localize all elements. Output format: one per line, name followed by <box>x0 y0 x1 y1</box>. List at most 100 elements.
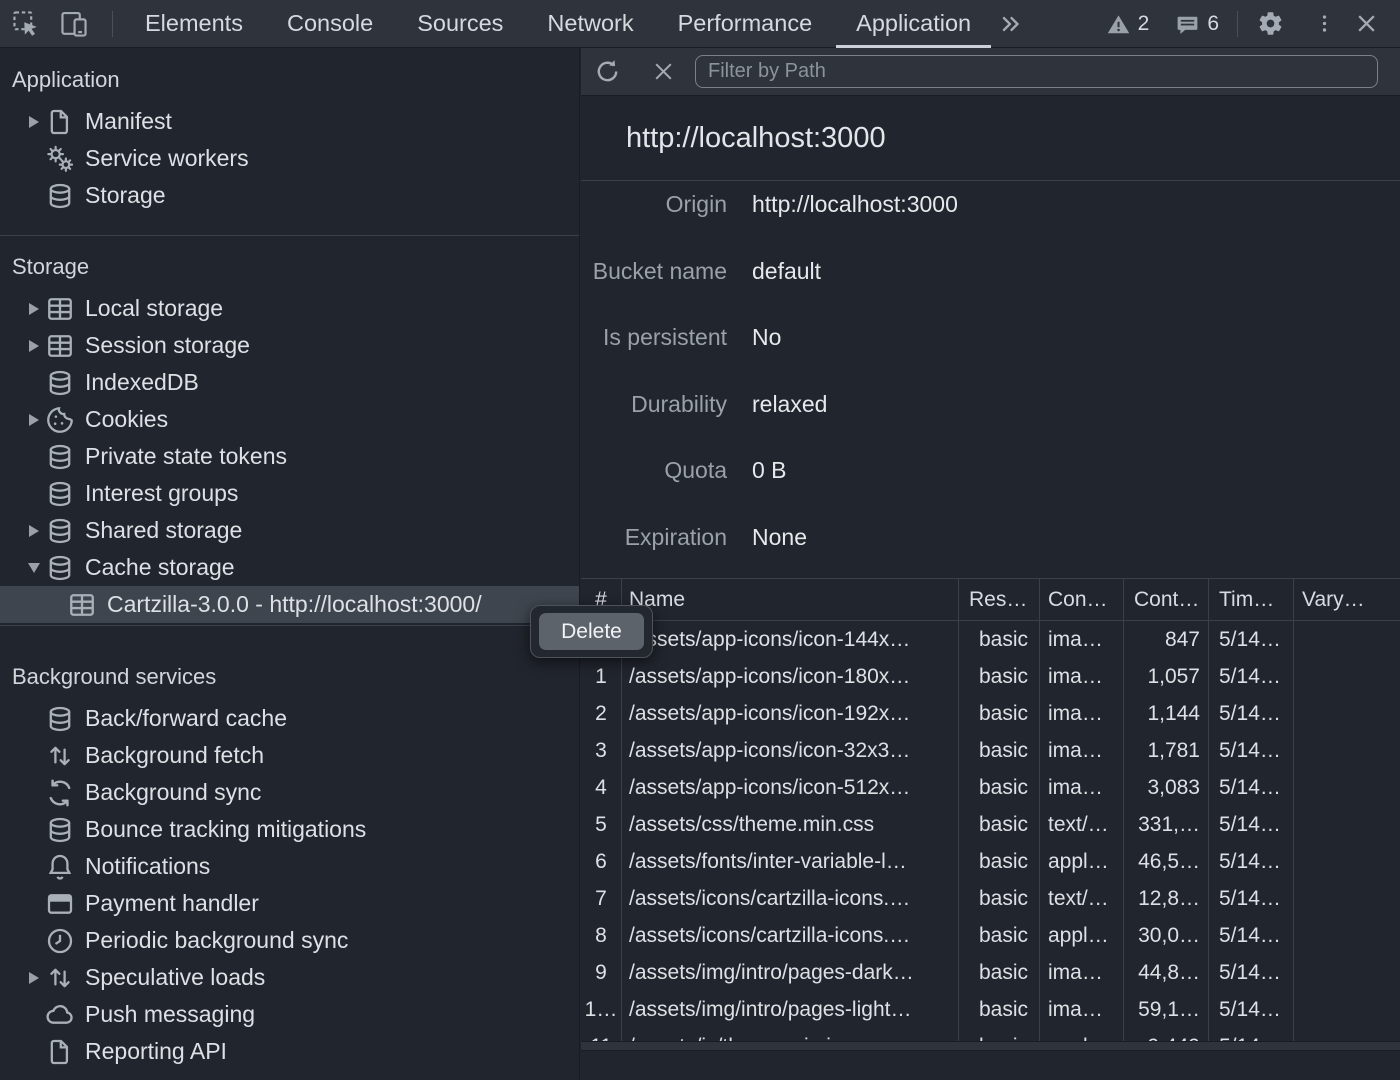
sidebar-item-label: IndexedDB <box>85 369 199 396</box>
toolbar-separator <box>112 11 113 37</box>
sidebar-item-background-sync[interactable]: Background sync <box>0 774 579 811</box>
sidebar-item-background-fetch[interactable]: Background fetch <box>0 737 579 774</box>
table-row[interactable]: 4/assets/app-icons/icon-512x…basicima…3,… <box>581 769 1400 806</box>
bottom-resizer[interactable] <box>581 1041 1400 1051</box>
expander-collapsed-icon[interactable] <box>24 414 44 426</box>
section-title: Storage <box>0 248 579 285</box>
sidebar-item-interest-groups[interactable]: Interest groups <box>0 475 579 512</box>
clock-icon <box>47 928 73 954</box>
table-row[interactable]: 6/assets/fonts/inter-variable-l…basicapp… <box>581 843 1400 880</box>
settings-gear-icon[interactable] <box>1252 6 1288 42</box>
expander-collapsed-icon[interactable] <box>24 116 44 128</box>
sidebar-item-shared-storage[interactable]: Shared storage <box>0 512 579 549</box>
sidebar-item-reporting-api[interactable]: Reporting API <box>0 1033 579 1070</box>
table-row[interactable]: 9/assets/img/intro/pages-dark…basicima…4… <box>581 954 1400 991</box>
clear-icon[interactable] <box>645 54 681 90</box>
table-row[interactable]: 3/assets/app-icons/icon-32x3…basicima…1,… <box>581 732 1400 769</box>
table-cell: ima… <box>1040 769 1124 806</box>
table-cell: basic <box>959 732 1040 769</box>
more-tabs-button[interactable] <box>993 6 1029 42</box>
tab-application[interactable]: Application <box>834 0 993 48</box>
table-cell: 5 <box>581 806 622 843</box>
column-header-vary[interactable]: Vary… <box>1294 579 1400 621</box>
sidebar-item-private-state-tokens[interactable]: Private state tokens <box>0 438 579 475</box>
sidebar-section-background-services: Background servicesBack/forward cacheBac… <box>0 658 579 1070</box>
tab-sources[interactable]: Sources <box>395 0 525 48</box>
table-row[interactable]: 11/assets/js/theme.min.jsbasicappl…9,449… <box>581 1028 1400 1041</box>
sidebar-item-session-storage[interactable]: Session storage <box>0 327 579 364</box>
sidebar-item-speculative-loads[interactable]: Speculative loads <box>0 959 579 996</box>
sidebar-item-local-storage[interactable]: Local storage <box>0 290 579 327</box>
column-header-cont[interactable]: Cont… <box>1124 579 1209 621</box>
expander-collapsed-icon[interactable] <box>24 340 44 352</box>
context-menu-delete[interactable]: Delete <box>539 613 644 650</box>
warnings-indicator[interactable]: 2 <box>1106 12 1150 36</box>
expander-collapsed-icon[interactable] <box>24 303 44 315</box>
messages-indicator[interactable]: 6 <box>1175 12 1219 36</box>
table-row[interactable]: 7/assets/icons/cartzilla-icons.…basictex… <box>581 880 1400 917</box>
column-header-tim[interactable]: Tim… <box>1209 579 1294 621</box>
detail-label: Durability <box>581 390 727 448</box>
device-toolbar-icon[interactable] <box>56 6 92 42</box>
warning-icon <box>1106 12 1130 36</box>
tab-elements[interactable]: Elements <box>123 0 265 48</box>
table-row[interactable]: 5/assets/css/theme.min.cssbasictext/…331… <box>581 806 1400 843</box>
refresh-icon[interactable] <box>589 54 625 90</box>
detail-row-quota: Quota0 B <box>581 447 1400 514</box>
sidebar-item-storage[interactable]: Storage <box>0 177 579 214</box>
detail-value: default <box>752 257 821 315</box>
table-cell: 5/14… <box>1209 991 1294 1028</box>
sidebar-item-periodic-background-sync[interactable]: Periodic background sync <box>0 922 579 959</box>
detail-value: http://localhost:3000 <box>752 190 958 248</box>
table-row[interactable]: 1/assets/app-icons/icon-180x…basicima…1,… <box>581 658 1400 695</box>
table-cell: /assets/app-icons/icon-512x… <box>622 769 959 806</box>
sidebar-item-label: Cookies <box>85 406 168 433</box>
table-cell: appl… <box>1040 1028 1124 1041</box>
database-icon <box>47 444 73 470</box>
sidebar-item-service-workers[interactable]: Service workers <box>0 140 579 177</box>
table-row[interactable]: 2/assets/app-icons/icon-192x…basicima…1,… <box>581 695 1400 732</box>
kebab-menu-icon[interactable] <box>1306 6 1342 42</box>
column-header-res[interactable]: Res… <box>959 579 1040 621</box>
table-cell: 5/14… <box>1209 954 1294 991</box>
close-icon[interactable] <box>1348 6 1384 42</box>
tab-performance[interactable]: Performance <box>656 0 835 48</box>
sidebar-item-cache-storage[interactable]: Cache storage <box>0 549 579 586</box>
table-cell: 5/14… <box>1209 621 1294 658</box>
sidebar-item-label: Private state tokens <box>85 443 287 470</box>
sidebar-item-bounce-tracking-mitigations[interactable]: Bounce tracking mitigations <box>0 811 579 848</box>
table-cell: /assets/css/theme.min.css <box>622 806 959 843</box>
sidebar-item-cartzilla-3-0-0-http-localhost-3000[interactable]: Cartzilla-3.0.0 - http://localhost:3000/ <box>0 586 579 623</box>
expander-expanded-icon[interactable] <box>24 563 44 573</box>
table-row[interactable]: 0/assets/app-icons/icon-144x…basicima…84… <box>581 621 1400 658</box>
expander-collapsed-icon[interactable] <box>24 972 44 984</box>
sidebar-item-label: Service workers <box>85 145 249 172</box>
sidebar-item-cookies[interactable]: Cookies <box>0 401 579 438</box>
expander-collapsed-icon[interactable] <box>24 525 44 537</box>
database-icon <box>47 706 73 732</box>
table-cell: basic <box>959 954 1040 991</box>
column-header-con[interactable]: Con… <box>1040 579 1124 621</box>
origin-title: http://localhost:3000 <box>581 96 1400 181</box>
tab-network[interactable]: Network <box>525 0 655 48</box>
arrows-up-down-icon <box>47 965 73 991</box>
tab-console[interactable]: Console <box>265 0 395 48</box>
table-cell: /assets/img/intro/pages-light… <box>622 991 959 1028</box>
detail-value: No <box>752 323 781 381</box>
filter-input[interactable] <box>695 55 1378 88</box>
table-row[interactable]: 8/assets/icons/cartzilla-icons.…basicapp… <box>581 917 1400 954</box>
sidebar-item-back-forward-cache[interactable]: Back/forward cache <box>0 700 579 737</box>
sidebar-item-manifest[interactable]: Manifest <box>0 103 579 140</box>
table-cell: ima… <box>1040 954 1124 991</box>
table-row[interactable]: 1…/assets/img/intro/pages-light…basicima… <box>581 991 1400 1028</box>
table-cell <box>1294 843 1400 880</box>
column-header-name[interactable]: Name <box>622 579 959 621</box>
sidebar-item-payment-handler[interactable]: Payment handler <box>0 885 579 922</box>
sidebar-item-push-messaging[interactable]: Push messaging <box>0 996 579 1033</box>
sidebar-item-notifications[interactable]: Notifications <box>0 848 579 885</box>
table-cell: 9 <box>581 954 622 991</box>
inspect-icon[interactable] <box>8 6 44 42</box>
detail-row-durability: Durabilityrelaxed <box>581 381 1400 448</box>
sidebar-item-label: Cache storage <box>85 554 235 581</box>
sidebar-item-indexeddb[interactable]: IndexedDB <box>0 364 579 401</box>
